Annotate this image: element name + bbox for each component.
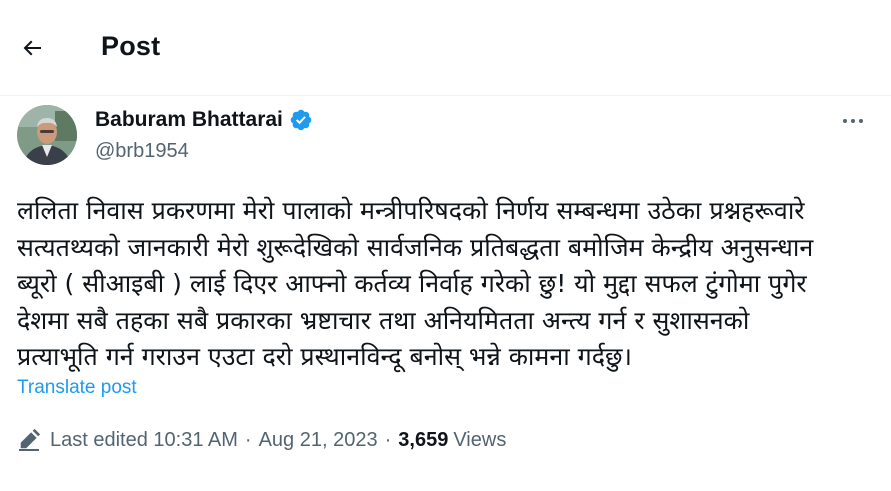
- author-name[interactable]: Baburam Bhattarai: [95, 108, 283, 132]
- pencil-icon[interactable]: [17, 428, 41, 452]
- separator: ·: [244, 428, 252, 451]
- arrow-left-icon: [23, 40, 41, 56]
- last-edited-link[interactable]: Last edited 10:31 AM: [50, 429, 238, 452]
- avatar[interactable]: [17, 105, 77, 165]
- translate-post-link[interactable]: Translate post: [17, 377, 137, 399]
- page-title: Post: [101, 31, 161, 61]
- views-count: 3,659: [398, 428, 449, 451]
- author-row: Baburam Bhattarai: [95, 108, 313, 132]
- separator: ·: [384, 428, 392, 451]
- post-meta: Last edited 10:31 AM · Aug 21, 2023 · 3,…: [17, 428, 506, 452]
- post-text: ललिता निवास प्रकरणमा मेरो पालाको मन्त्री…: [17, 196, 814, 371]
- top-bar: Post: [0, 0, 891, 96]
- more-dots-icon: [843, 119, 847, 123]
- views-label: Views: [453, 428, 507, 451]
- author-handle[interactable]: @brb1954: [95, 140, 189, 163]
- more-options-button[interactable]: [836, 106, 870, 136]
- back-button[interactable]: [14, 30, 50, 66]
- post-date[interactable]: Aug 21, 2023: [259, 429, 378, 452]
- verified-badge-icon: [290, 109, 312, 131]
